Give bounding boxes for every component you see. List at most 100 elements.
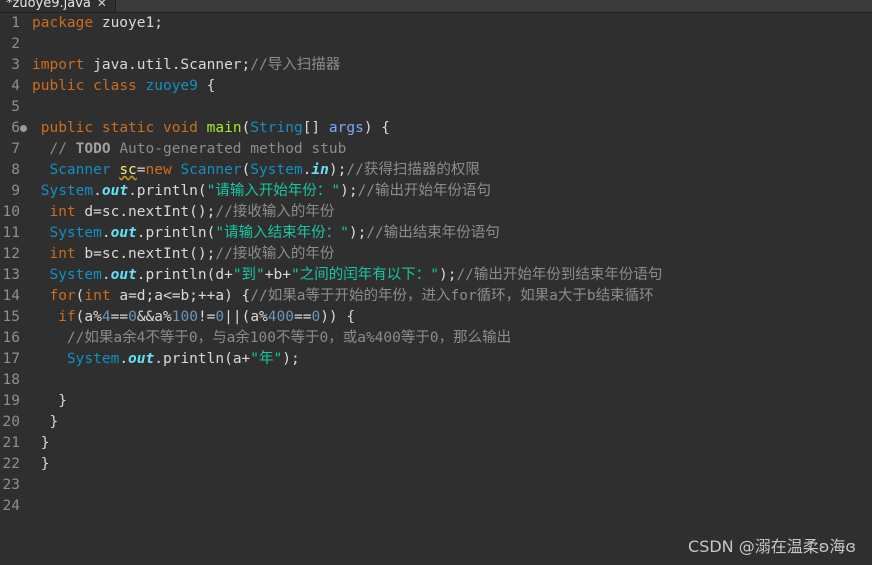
line-number: 1 — [11, 15, 20, 31]
tab-zuoye9-java[interactable]: *zuoye9.java ✕ — [0, 0, 116, 12]
code-line[interactable]: 16 //如果a余4不等于0，与a余100不等于0，或a%400等于0，那么输出 — [0, 328, 872, 349]
code-editor[interactable]: 1 package zuoye1; 2 3 import java.util.Scann… — [0, 13, 872, 565]
code-line[interactable]: 8 Scanner sc=new Scanner(System.in);//获得… — [0, 160, 872, 181]
code-token: "之间的闰年有以下：" — [291, 267, 439, 283]
code-token: (a% — [75, 309, 102, 325]
watermark: CSDN @溺在温柔ʚ海ɞ — [688, 537, 856, 556]
code-token: System — [49, 225, 102, 241]
code-token: 0 — [311, 309, 321, 325]
code-line[interactable]: 22 } — [0, 454, 872, 475]
code-line[interactable]: 14 for(int a=d;a<=b;++a) {//如果a等于开始的年份，进… — [0, 286, 872, 307]
code-token: package — [32, 15, 94, 31]
editor-tab-bar: *zuoye9.java ✕ — [0, 0, 872, 13]
code-line[interactable]: 12 int b=sc.nextInt();//接收输入的年份 — [0, 244, 872, 265]
code-text: //如果a余4不等于0，与a余100不等于0，或a%400等于0，那么输出 — [32, 328, 511, 349]
code-line[interactable]: 3 import java.util.Scanner;//导入扫描器 — [0, 55, 872, 76]
code-token: ( — [241, 162, 251, 178]
code-token: Scanner — [49, 162, 111, 178]
line-number: 23 — [2, 477, 20, 493]
code-line[interactable]: 15 if(a%4==0&&a%100!=0||(a%400==0)) { — [0, 307, 872, 328]
code-token: &&a% — [136, 309, 172, 325]
code-line[interactable]: 4 public class zuoye9 { — [0, 76, 872, 97]
code-token: } — [32, 414, 59, 430]
line-number: 14 — [2, 288, 20, 304]
code-token: System — [250, 162, 303, 178]
close-icon[interactable]: ✕ — [97, 0, 107, 12]
code-line[interactable]: 24 — [0, 496, 872, 517]
code-token: out — [101, 183, 129, 199]
code-token: //获得扫描器的权限 — [346, 162, 480, 178]
code-line[interactable]: 1 package zuoye1; — [0, 13, 872, 34]
code-text: for(int a=d;a<=b;++a) {//如果a等于开始的年份，进入fo… — [32, 286, 653, 307]
code-token: for — [49, 288, 76, 304]
code-token: [] — [302, 120, 329, 136]
line-number: 6 — [11, 120, 20, 136]
code-token: a=d;a<=b;++a) { — [110, 288, 251, 304]
code-token: //接收输入的年份 — [215, 204, 335, 220]
code-token: ||(a% — [224, 309, 268, 325]
line-number: 17 — [2, 351, 20, 367]
code-token: int — [49, 246, 76, 262]
code-token: "年" — [250, 351, 283, 367]
code-line[interactable]: 20 } — [0, 412, 872, 433]
code-token: out — [110, 225, 137, 241]
code-line[interactable]: 5 — [0, 97, 872, 118]
code-token: //输出开始年份语句 — [357, 183, 492, 199]
code-token: public — [40, 120, 94, 136]
code-token: +b+ — [264, 267, 291, 283]
code-line[interactable]: 18 — [0, 370, 872, 391]
code-token: ); — [340, 183, 358, 199]
code-token: TODO — [75, 141, 111, 157]
code-token: } — [32, 435, 50, 451]
code-token: import — [32, 57, 85, 73]
code-token: class — [93, 78, 137, 94]
code-text: } — [32, 433, 50, 454]
code-line[interactable]: 7 // TODO Auto-generated method stub — [0, 139, 872, 160]
code-token: Scanner — [180, 162, 242, 178]
line-number: 2 — [11, 36, 20, 52]
code-token: . — [93, 183, 102, 199]
code-token: == — [294, 309, 312, 325]
code-line[interactable]: 21 } — [0, 433, 872, 454]
code-token: "请输入开始年份：" — [206, 183, 341, 199]
code-line[interactable]: 11 System.out.println("请输入结束年份：");//输出结束… — [0, 223, 872, 244]
line-number: 24 — [2, 498, 20, 514]
code-line[interactable]: 17 System.out.println(a+"年"); — [0, 349, 872, 370]
code-text: System.out.println("请输入开始年份：");//输出开始年份语… — [32, 181, 491, 202]
line-number: 16 — [2, 330, 20, 346]
line-number: 15 — [2, 309, 20, 325]
code-token: void — [162, 120, 198, 136]
code-token: main — [206, 120, 242, 136]
code-line[interactable]: 23 — [0, 475, 872, 496]
code-token: )) { — [320, 309, 356, 325]
code-token: //如果a余4不等于0，与a余100不等于0，或a%400等于0，那么输出 — [66, 330, 512, 346]
code-token: . — [101, 267, 111, 283]
code-token: String — [250, 120, 303, 136]
code-token: 0 — [128, 309, 137, 325]
code-line[interactable]: 10 int d=sc.nextInt();//接收输入的年份 — [0, 202, 872, 223]
code-line[interactable]: 6 public static void main(String[] args)… — [0, 118, 872, 139]
code-token: .println(d+ — [136, 267, 233, 283]
code-line[interactable]: 19 } — [0, 391, 872, 412]
code-line[interactable]: 2 — [0, 34, 872, 55]
code-line[interactable]: 9 System.out.println("请输入开始年份：");//输出开始年… — [0, 181, 872, 202]
line-number: 12 — [2, 246, 20, 262]
fold-marker-icon[interactable] — [20, 125, 27, 132]
code-line[interactable]: 13 System.out.println(d+"到"+b+"之间的闰年有以下：… — [0, 265, 872, 286]
code-token: // — [49, 141, 76, 157]
code-token: out — [110, 267, 137, 283]
code-text: System.out.println(d+"到"+b+"之间的闰年有以下：");… — [32, 265, 662, 286]
code-token: .println( — [136, 225, 216, 241]
line-number: 19 — [2, 393, 20, 409]
